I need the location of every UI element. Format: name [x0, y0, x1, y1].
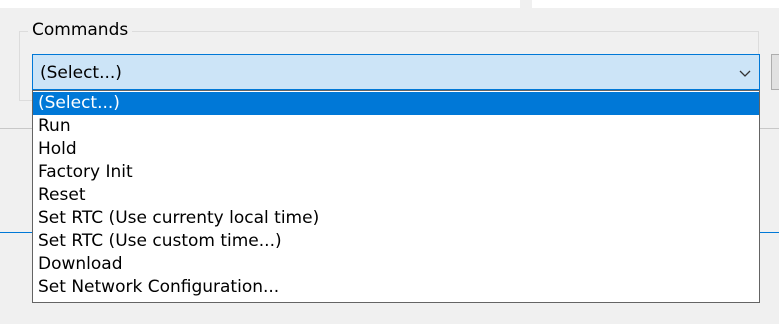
option-select-placeholder[interactable]: (Select...) — [33, 92, 759, 115]
option-hold[interactable]: Hold — [33, 138, 759, 161]
side-button[interactable] — [771, 54, 779, 90]
commands-combobox-value: (Select...) — [40, 63, 122, 83]
top-panel-strip — [0, 0, 779, 8]
option-run[interactable]: Run — [33, 115, 759, 138]
commands-groupbox-title: Commands — [28, 18, 133, 42]
top-strip-divider — [520, 0, 532, 8]
commands-combobox[interactable]: (Select...) — [32, 54, 760, 90]
chevron-down-icon[interactable] — [738, 66, 752, 80]
commands-dropdown-list[interactable]: (Select...) Run Hold Factory Init Reset … — [32, 90, 760, 303]
option-set-rtc-custom[interactable]: Set RTC (Use custom time...) — [33, 230, 759, 253]
option-reset[interactable]: Reset — [33, 184, 759, 207]
option-download[interactable]: Download — [33, 253, 759, 276]
option-set-rtc-local[interactable]: Set RTC (Use currenty local time) — [33, 207, 759, 230]
option-set-network-configuration[interactable]: Set Network Configuration... — [33, 276, 759, 299]
option-factory-init[interactable]: Factory Init — [33, 161, 759, 184]
